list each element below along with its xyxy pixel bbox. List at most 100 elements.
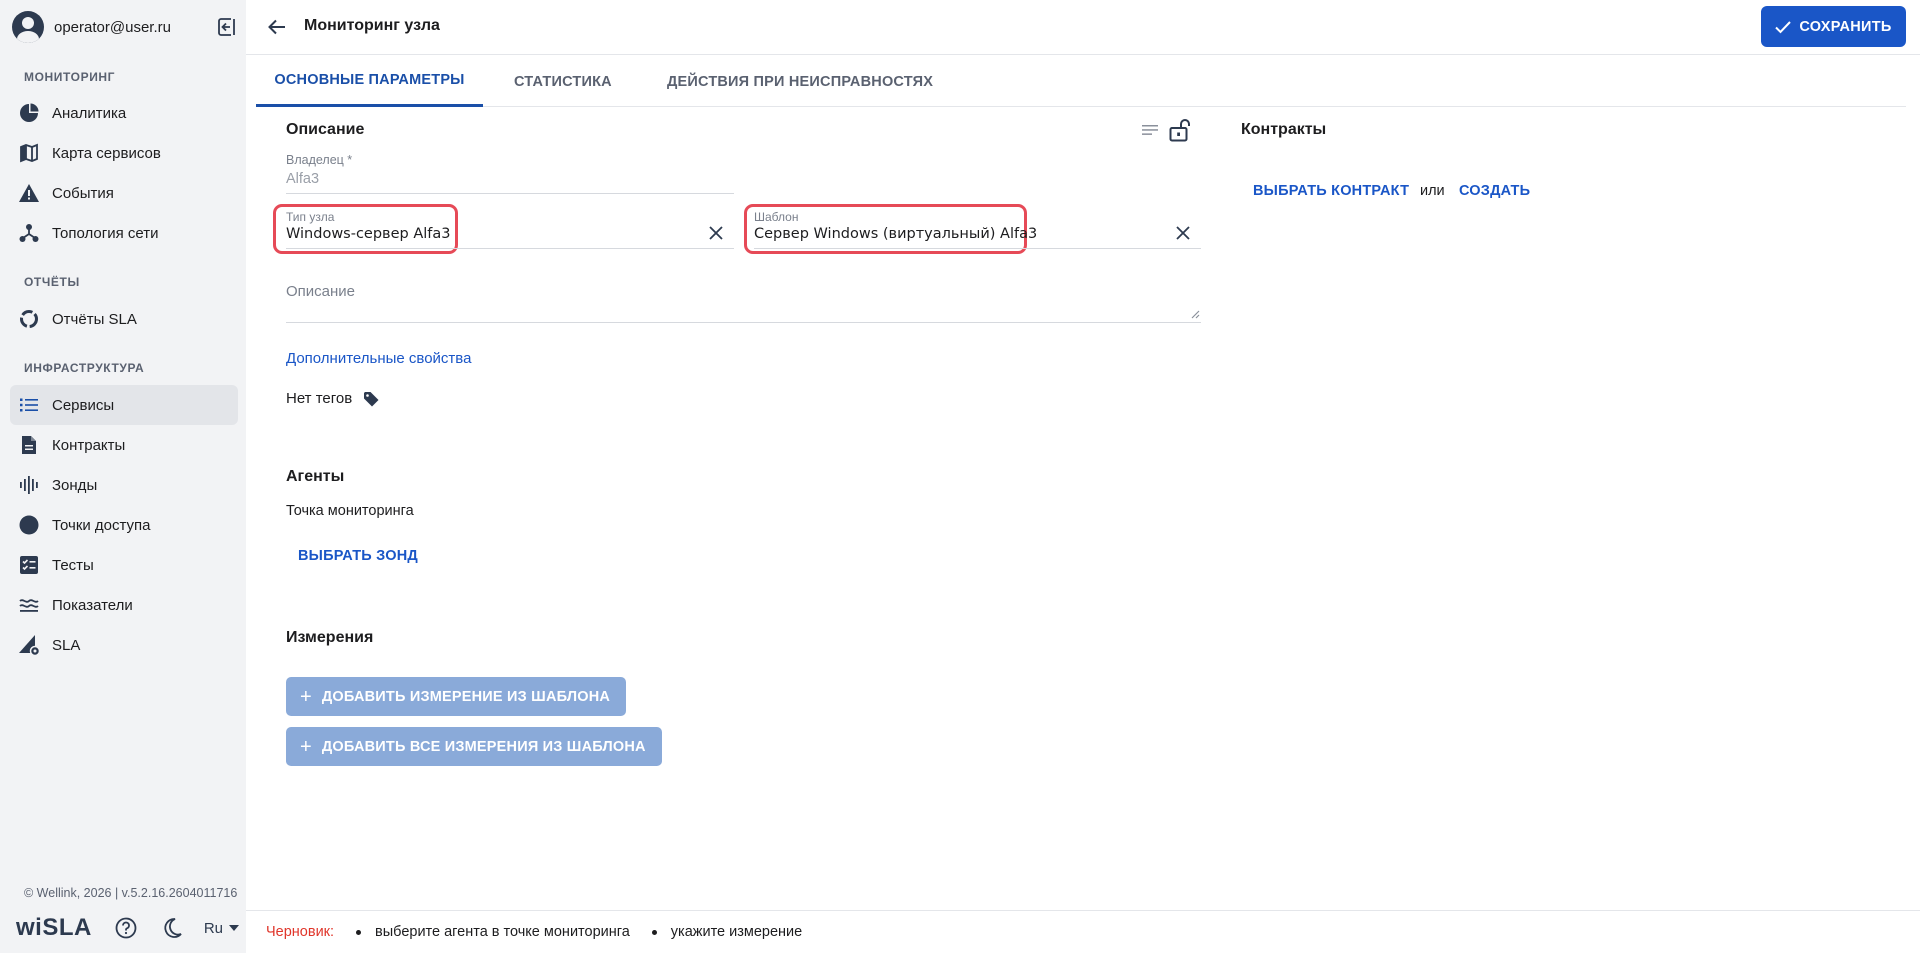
sidebar: operator@user.ru МОНИТОРИНГ Аналитика Ка…	[0, 0, 246, 953]
or-label: или	[1420, 183, 1445, 199]
no-tags-label: Нет тегов	[286, 390, 353, 407]
bullet-icon	[356, 929, 362, 935]
copyright: © Wellink, 2026 | v.5.2.16.2604011716	[24, 886, 238, 900]
sidebar-item-events[interactable]: События	[10, 173, 238, 213]
checklist-icon	[18, 554, 40, 576]
dot-icon	[18, 514, 40, 536]
sidebar-item-contracts[interactable]: Контракты	[10, 425, 238, 465]
template-label: Шаблон	[754, 210, 799, 224]
unlock-icon[interactable]	[1169, 118, 1191, 147]
extra-properties-link[interactable]: Дополнительные свойства	[286, 350, 471, 367]
avatar[interactable]	[12, 11, 44, 43]
sidebar-item-label: Зонды	[52, 476, 98, 494]
sidebar-item-sla-reports[interactable]: Отчёты SLA	[10, 299, 238, 339]
sidebar-item-service-map[interactable]: Карта сервисов	[10, 133, 238, 173]
owner-underline	[286, 193, 734, 194]
save-button-label: СОХРАНИТЬ	[1799, 18, 1892, 35]
bullet-icon	[651, 929, 657, 935]
sidebar-item-sla[interactable]: SLA	[10, 625, 238, 665]
owner-label: Владелец *	[286, 153, 353, 167]
language-select[interactable]: Ru	[203, 919, 240, 937]
choose-probe-button[interactable]: ВЫБРАТЬ ЗОНД	[298, 548, 418, 564]
sidebar-item-label: Аналитика	[52, 104, 127, 122]
tag-icon[interactable]	[363, 391, 379, 412]
draft-hint: выберите агента в точке мониторинга	[375, 924, 630, 940]
sidebar-section-infrastructure: ИНФРАСТРУКТУРА	[24, 361, 145, 375]
add-all-measurements-button[interactable]: + ДОБАВИТЬ ВСЕ ИЗМЕРЕНИЯ ИЗ ШАБЛОНА	[286, 727, 662, 766]
back-arrow-icon[interactable]	[264, 14, 290, 40]
clear-template-icon[interactable]	[1174, 224, 1192, 242]
clear-node-type-icon[interactable]	[707, 224, 725, 242]
draft-hint: укажите измерение	[670, 924, 803, 940]
pie-chart-icon	[18, 102, 40, 124]
measurements-section-title: Измерения	[286, 629, 374, 646]
sidebar-item-analytics[interactable]: Аналитика	[10, 93, 238, 133]
tab-fault-actions[interactable]: ДЕЙСТВИЯ ПРИ НЕИСПРАВНОСТЯХ	[667, 56, 933, 107]
circle-report-icon	[18, 308, 40, 330]
sidebar-item-label: Точки доступа	[52, 516, 151, 534]
description-textarea[interactable]: Описание	[286, 283, 355, 300]
sidebar-item-label: Контракты	[52, 436, 126, 454]
warning-icon	[18, 182, 40, 204]
sidebar-item-label: Сервисы	[52, 396, 115, 414]
description-section-title: Описание	[286, 121, 365, 138]
sidebar-item-label: Отчёты SLA	[52, 310, 137, 328]
app-logo: wiSLA	[16, 914, 92, 941]
monitoring-point-label: Точка мониторинга	[286, 503, 414, 519]
sidebar-item-label: SLA	[52, 636, 81, 654]
sidebar-item-metrics[interactable]: Показатели	[10, 585, 238, 625]
template-underline	[754, 248, 1201, 249]
tab-main-parameters[interactable]: ОСНОВНЫЕ ПАРАМЕТРЫ	[256, 56, 483, 107]
user-row: operator@user.ru	[12, 10, 238, 44]
list-icon	[18, 394, 40, 416]
description-underline	[286, 322, 1201, 323]
plus-icon: +	[300, 735, 312, 758]
sidebar-section-monitoring: МОНИТОРИНГ	[24, 70, 116, 84]
sidebar-item-topology[interactable]: Топология сети	[10, 213, 238, 253]
menu-lines-icon[interactable]	[1142, 123, 1158, 142]
sidebar-item-label: Тесты	[52, 556, 94, 574]
help-icon[interactable]	[114, 916, 138, 940]
sidebar-item-services[interactable]: Сервисы	[10, 385, 238, 425]
topology-icon	[18, 222, 40, 244]
plus-icon: +	[300, 685, 312, 708]
node-type-underline	[286, 248, 734, 249]
tab-bar: ОСНОВНЫЕ ПАРАМЕТРЫ СТАТИСТИКА ДЕЙСТВИЯ П…	[256, 56, 1906, 107]
page-title: Мониторинг узла	[304, 17, 440, 34]
agents-section-title: Агенты	[286, 468, 345, 485]
map-icon	[18, 142, 40, 164]
document-icon	[18, 434, 40, 456]
draft-label: Черновик:	[266, 924, 335, 940]
add-measurement-label: ДОБАВИТЬ ИЗМЕРЕНИЕ ИЗ ШАБЛОНА	[321, 688, 611, 705]
sidebar-section-reports: ОТЧЁТЫ	[24, 275, 80, 289]
sidebar-item-tests[interactable]: Тесты	[10, 545, 238, 585]
tab-statistics[interactable]: СТАТИСТИКА	[514, 56, 612, 107]
choose-contract-button[interactable]: ВЫБРАТЬ КОНТРАКТ	[1253, 183, 1409, 199]
contracts-section-title: Контракты	[1241, 121, 1327, 138]
node-type-label: Тип узла	[286, 210, 335, 224]
sidebar-item-label: Показатели	[52, 596, 133, 614]
sidebar-item-label: Карта сервисов	[52, 144, 161, 162]
check-icon	[1775, 20, 1792, 33]
draft-status-bar: Черновик: выберите агента в точке монито…	[246, 910, 1920, 953]
signal-icon	[18, 474, 40, 496]
waves-icon	[18, 594, 40, 616]
logout-icon[interactable]	[216, 16, 238, 38]
create-contract-button[interactable]: СОЗДАТЬ	[1459, 183, 1530, 199]
sidebar-item-probes[interactable]: Зонды	[10, 465, 238, 505]
template-input[interactable]: Сервер Windows (виртуальный) Alfa3	[754, 226, 1037, 242]
language-label: Ru	[203, 919, 224, 937]
chevron-down-icon	[229, 925, 240, 931]
sidebar-bottom-bar: wiSLA Ru	[16, 914, 240, 942]
owner-value: Alfa3	[286, 171, 320, 187]
sidebar-item-access-points[interactable]: Точки доступа	[10, 505, 238, 545]
user-email: operator@user.ru	[54, 18, 171, 36]
add-all-measurements-label: ДОБАВИТЬ ВСЕ ИЗМЕРЕНИЯ ИЗ ШАБЛОНА	[321, 738, 646, 755]
save-button[interactable]: СОХРАНИТЬ	[1761, 6, 1906, 47]
sidebar-item-label: События	[52, 184, 114, 202]
add-measurement-from-template-button[interactable]: + ДОБАВИТЬ ИЗМЕРЕНИЕ ИЗ ШАБЛОНА	[286, 677, 627, 716]
node-type-input[interactable]: Windows-сервер Alfa3	[286, 226, 451, 242]
dark-mode-icon[interactable]	[160, 916, 184, 940]
sla-icon	[18, 634, 40, 656]
sidebar-item-label: Топология сети	[52, 224, 159, 242]
